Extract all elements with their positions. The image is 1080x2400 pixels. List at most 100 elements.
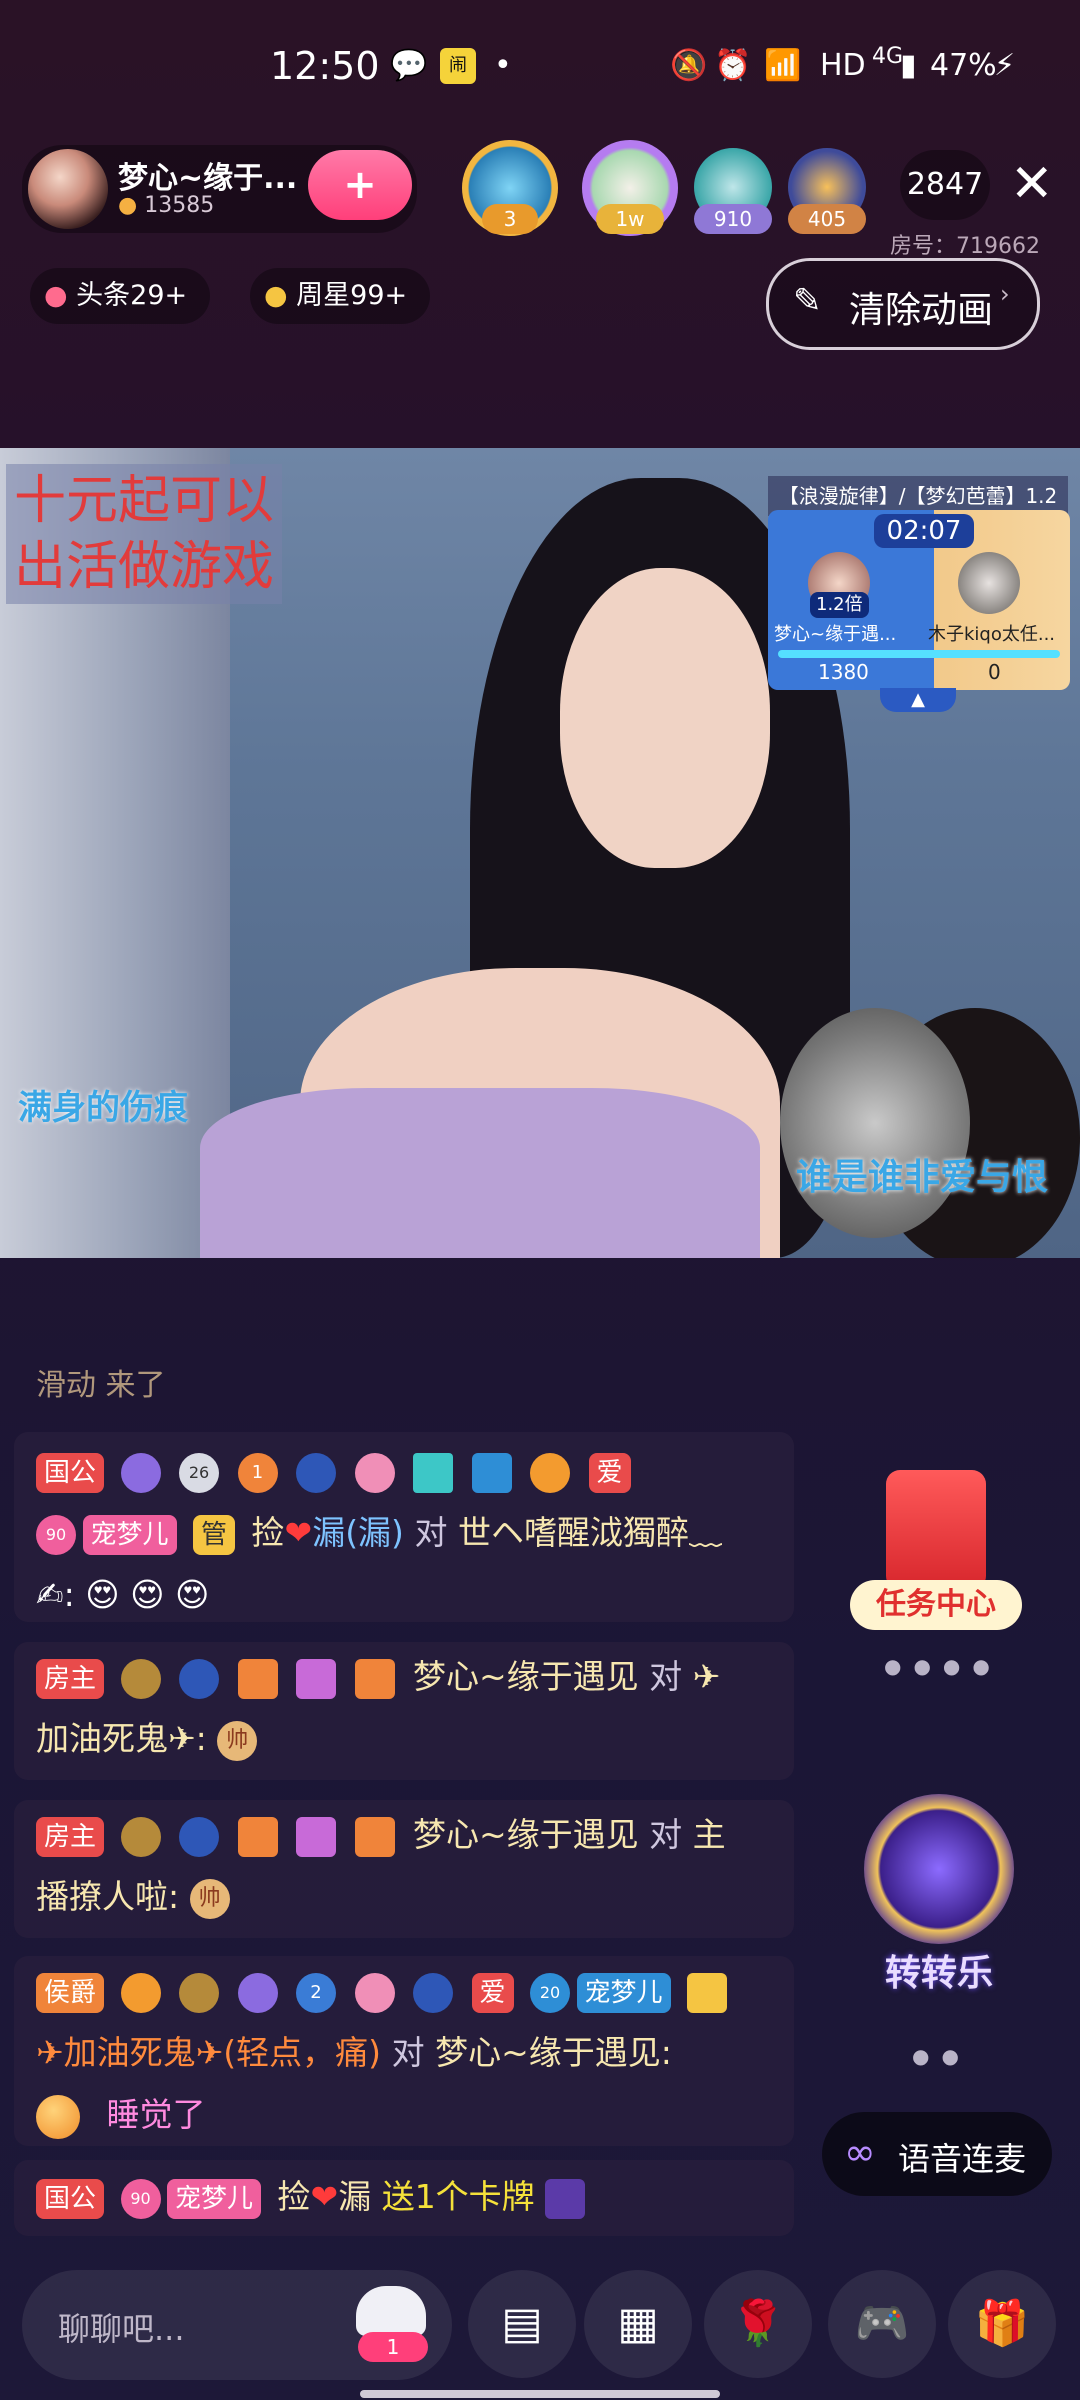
chat-input-placeholder: 聊聊吧... [58,2310,185,2348]
chat-sender[interactable]: 漏 [338,2177,371,2216]
top-viewer-1[interactable]: 3 [462,140,558,236]
level-badge: 26 [179,1452,220,1493]
chat-text: 睡觉了 [106,2095,206,2134]
chat-sender-prefix: 捡 [251,1513,285,1552]
battle-left-name: 梦心~缘于遇... [774,624,897,645]
handsome-emoji: 帅 [217,1720,258,1761]
live-video[interactable]: 十元起可以 出活做游戏 满身的伤痕 谁是谁非爱与恨 【浪漫旋律】/【梦幻芭蕾】1… [0,448,1080,1258]
network-hd: HD [820,48,866,83]
chat-target: 主 [692,1815,726,1854]
rose-button[interactable]: 🌹 [704,2270,812,2378]
game-button[interactable]: 🎮 [828,2270,936,2378]
close-icon[interactable]: ✕ [1010,156,1054,212]
battery-text: 47% [930,48,997,83]
top-viewer-3[interactable]: 910 [694,148,772,234]
chat-to: 对 [649,1657,683,1696]
fan-club-badge: 宠梦儿 [576,1972,671,2013]
chat-sender[interactable]: 漏(漏) [312,1513,404,1552]
top-viewer-4[interactable]: 405 [788,148,866,234]
cup-icon [296,1816,337,1857]
fan-club-badge: 宠梦儿 [82,1514,177,1555]
chat-sender[interactable]: 梦心~缘于遇见 [413,1815,639,1854]
chat-input[interactable]: 聊聊吧... 1 [22,2270,452,2380]
clear-animation-button[interactable]: ✎ 清除动画 [766,258,1040,350]
chat-partial-line: 滑动 来了 [36,1368,166,1403]
compass-icon [296,1452,337,1493]
home-indicator[interactable] [360,2390,720,2398]
grid-icon: ▦ [617,2298,659,2349]
status-bar: 12:50 💬 闹 • 🔕 ⏰ 📶 HD 4G ▮ 47% ⚡ [0,0,1080,135]
signal-4g: 4G [872,44,904,69]
host-fans-row: ● 13585 [118,193,214,218]
microphone [780,1008,970,1238]
battle-left-score: 1380 [818,660,869,684]
heart-icon: ❤ [284,1513,313,1552]
spin-wheel-icon [864,1794,1014,1944]
overlay-song-right: 谁是谁非爱与恨 [796,1157,1049,1198]
battle-panel[interactable]: 02:07 1.2倍 梦心~缘于遇... 木子kiqo太任... 1380 0 [768,510,1070,690]
fan-club-badge: 宠梦儿 [167,2178,262,2219]
rank-badge: 国公 [36,2178,105,2219]
chat-sender[interactable]: ✈加油死鬼✈(轻点，痛) [36,2033,381,2072]
task-center-button[interactable]: 任务中心 [846,1470,1026,1640]
gift-icon: 🎁 [974,2298,1030,2349]
chat-to: 对 [414,1513,448,1552]
shield-icon [179,1658,220,1699]
cloud-icon[interactable] [356,2286,426,2336]
link-icon: ∞ [844,2130,876,2174]
chat-message[interactable]: 国公 26 1 爱 90 宠梦儿 管 捡❤漏(漏) 对 世ヘ嗜醒泧獨醉﹏ ✍: … [14,1432,794,1622]
viewer-rank-badge: 3 [482,204,538,234]
crown-icon [120,1972,161,2013]
red-envelope-icon [886,1470,986,1590]
love-badge: 爱 [588,1452,631,1493]
fan-level-badge: 90 [36,1514,76,1555]
host-fans: 13585 [144,193,215,218]
follow-button[interactable]: + [308,150,412,220]
mute-icon: 🔕 [670,48,708,83]
battle-collapse-icon[interactable]: ▲ [880,688,956,712]
love-badge: 爱 [471,1972,514,2013]
car-king-icon [471,1452,512,1493]
headline-label: 头条29+ [76,280,188,311]
battle-right-name: 木子kiqo太任... [928,624,1056,645]
more-button[interactable]: ▦ [584,2270,692,2378]
voice-link-button[interactable]: ∞ 语音连麦 [822,2112,1052,2196]
host-badge: 房主 [36,1816,105,1857]
weekly-star-label: 周星99+ [296,280,408,311]
streamer-dress [200,1088,760,1258]
danmaku-button[interactable]: ▤ [468,2270,576,2378]
chevron-right-icon[interactable]: › [1000,280,1010,308]
chat-target[interactable]: 世ヘ嗜醒泧獨醉﹏ [458,1513,722,1552]
top-viewer-2[interactable]: 1w [582,140,678,236]
headline-tag[interactable]: ● 头条29+ [30,268,210,324]
level-badge: 2 [296,1972,337,2013]
chat-message[interactable]: 侯爵 2 爱 20 宠梦儿 ✈加油死鬼✈(轻点，痛) 对 梦心~缘于遇见: 睡觉… [14,1956,794,2146]
overlay-promo-line1: 十元起可以 [14,471,275,531]
chat-target: ✈ [692,1657,721,1696]
spin-carousel-dots: ●● [912,2044,971,2068]
chat-message[interactable]: 房主 梦心~缘于遇见 对 ✈ 加油死鬼✈: 帅 [14,1642,794,1780]
gift-button[interactable]: 🎁 [948,2270,1056,2378]
sleepy-emoji-icon [36,2094,80,2139]
medal-icon [237,1658,278,1699]
chat-target[interactable]: 梦心~缘于遇见: [435,2033,672,2072]
host-avatar[interactable] [28,149,108,229]
spin-button[interactable]: 转转乐 [846,1794,1026,1994]
weekly-star-tag[interactable]: ● 周星99+ [250,268,430,324]
dot-icon: • [494,48,512,83]
rose-icon: 🌹 [730,2298,786,2349]
chat-message[interactable]: 国公 90 宠梦儿 捡❤漏 送1个卡牌 [14,2160,794,2236]
star-icon: ● [264,280,288,311]
overlay-promo-line2: 出活做游戏 [14,537,275,597]
chat-message[interactable]: 房主 梦心~缘于遇见 对 主 播撩人啦: 帅 [14,1800,794,1938]
clear-animation-label: 清除动画 [849,290,994,331]
chat-sender[interactable]: 梦心~缘于遇见 [413,1657,639,1696]
chat-text: ✍: 😍 😍 😍 [36,1575,210,1614]
chat-text: 加油死鬼✈: [36,1719,207,1758]
shield-badge-icon [354,1816,395,1857]
shield-icon [413,1972,454,2013]
heart-plus-icon: + [343,162,377,208]
message-icon: ▤ [501,2298,543,2349]
viewer-count[interactable]: 2847 [900,150,990,220]
signal-icon: ▮ [900,48,917,83]
